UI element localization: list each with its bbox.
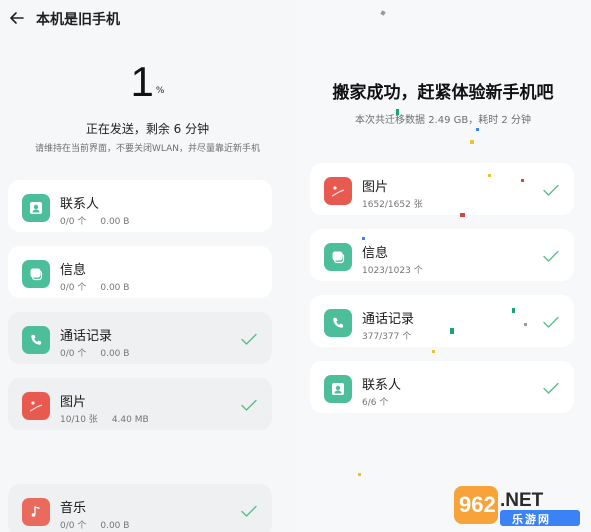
item-meta: 0/0 个 0.00 B — [60, 214, 129, 227]
phone-icon — [22, 326, 50, 354]
item-name: 通话记录 — [60, 329, 113, 344]
item-name: 音乐 — [60, 501, 87, 516]
left-item-pictures: 图片 10/10 张 4.40 MB — [8, 378, 272, 430]
confetti-piece — [512, 308, 515, 313]
confetti-piece — [450, 328, 454, 334]
transfer-summary: 本次共迁移数据 2.49 GB，耗时 2 分钟 — [355, 115, 531, 126]
item-name: 联系人 — [362, 378, 402, 393]
confetti-piece — [521, 179, 524, 182]
contact-icon — [22, 194, 50, 222]
progress-percent-sign: % — [155, 86, 165, 96]
top-bar: 本机是旧手机 — [0, 0, 295, 40]
item-meta: 0/0 个 0.00 B — [60, 346, 129, 359]
confetti-piece — [488, 174, 491, 177]
progress-value: 1 — [130, 58, 154, 105]
item-count: 6/6 个 — [362, 398, 389, 408]
right-item-call-log: 通话记录 377/377 个 — [310, 295, 574, 347]
item-count: 377/377 个 — [362, 332, 412, 342]
picture-icon — [22, 392, 50, 420]
item-size: 0.00 B — [100, 217, 130, 227]
transfer-hint: 请维持在当前界面，不要关闭WLAN，并尽量靠近新手机 — [34, 144, 260, 154]
item-name: 信息 — [60, 263, 87, 278]
check-icon — [542, 379, 560, 397]
confetti-piece — [524, 323, 527, 326]
svg-text:.NET: .NET — [500, 490, 544, 511]
item-name: 信息 — [362, 246, 389, 261]
check-icon — [240, 330, 258, 348]
check-icon — [542, 181, 560, 199]
item-count: 0/0 个 — [60, 283, 87, 293]
back-arrow-icon[interactable] — [8, 9, 26, 27]
item-size: 0.00 B — [100, 283, 130, 293]
left-item-music: 音乐 0/0 个 0.00 B — [8, 484, 272, 532]
item-count: 10/10 张 — [60, 415, 98, 425]
check-icon — [240, 502, 258, 520]
page-title: 本机是旧手机 — [36, 12, 120, 28]
watermark-caption: 乐游网 — [512, 513, 551, 526]
left-item-contacts: 联系人 0/0 个 0.00 B — [8, 180, 272, 232]
check-icon — [542, 313, 560, 331]
item-meta: 0/0 个 0.00 B — [60, 280, 129, 293]
left-item-call-log: 通话记录 0/0 个 0.00 B — [8, 312, 272, 364]
watermark-logo: 962 .NET 乐游网 — [452, 482, 584, 528]
confetti-piece — [460, 213, 465, 217]
item-name: 图片 — [60, 395, 87, 410]
right-item-contacts: 联系人 6/6 个 — [310, 361, 574, 413]
svg-text:962: 962 — [459, 492, 496, 517]
message-icon — [22, 260, 50, 288]
success-headline: 搬家成功，赶紧体验新手机吧 — [332, 83, 554, 103]
music-icon — [22, 498, 50, 526]
progress-percent: 1% — [0, 58, 295, 106]
confetti-piece — [396, 109, 399, 115]
item-size: 0.00 B — [100, 521, 130, 531]
item-meta: 10/10 张 4.40 MB — [60, 412, 149, 425]
right-item-pictures: 图片 1652/1652 张 — [310, 163, 574, 215]
item-count: 0/0 个 — [60, 521, 87, 531]
left-item-messages: 信息 0/0 个 0.00 B — [8, 246, 272, 298]
item-size: 4.40 MB — [111, 415, 149, 425]
confetti-piece — [476, 128, 479, 131]
item-name: 图片 — [362, 180, 389, 195]
confetti-piece — [432, 350, 435, 353]
message-icon — [324, 243, 352, 271]
phone-icon — [324, 309, 352, 337]
item-name: 通话记录 — [362, 312, 415, 327]
item-count: 0/0 个 — [60, 217, 87, 227]
item-size: 0.00 B — [100, 349, 130, 359]
confetti-piece — [470, 140, 474, 144]
check-icon — [240, 396, 258, 414]
confetti-piece — [358, 473, 361, 476]
contact-icon — [324, 375, 352, 403]
item-count: 1023/1023 个 — [362, 266, 423, 276]
item-count: 1652/1652 张 — [362, 200, 423, 210]
sending-status: 正在发送，剩余 6 分钟 — [85, 122, 210, 136]
item-name: 联系人 — [60, 197, 100, 212]
right-item-messages: 信息 1023/1023 个 — [310, 229, 574, 281]
check-icon — [542, 247, 560, 265]
item-count: 0/0 个 — [60, 349, 87, 359]
item-meta: 0/0 个 0.00 B — [60, 518, 129, 531]
confetti-piece — [362, 237, 365, 240]
picture-icon — [324, 177, 352, 205]
